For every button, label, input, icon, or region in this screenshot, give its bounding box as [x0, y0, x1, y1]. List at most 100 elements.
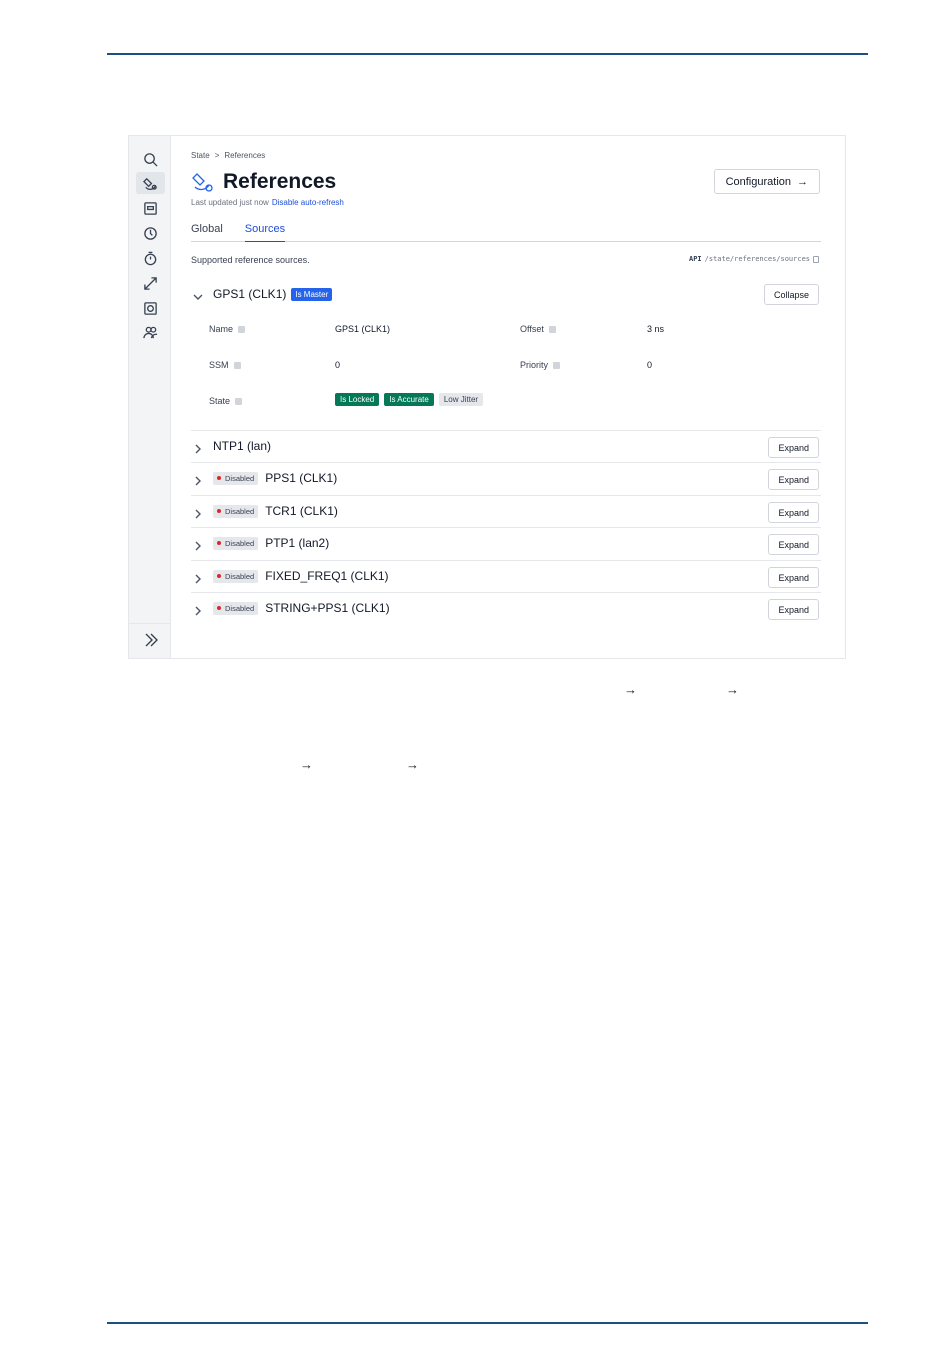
source-name: Disabled TCR1 (CLK1)	[213, 504, 338, 518]
chevron-right-icon[interactable]	[193, 506, 203, 519]
main-content: State > References References Last updat…	[191, 136, 821, 658]
info-icon[interactable]	[548, 326, 556, 333]
satellite-icon	[143, 177, 157, 190]
disabled-badge: Disabled	[213, 536, 259, 550]
header-rule	[107, 53, 868, 55]
name-label: Name	[209, 324, 246, 334]
double-chevron-right-icon	[145, 633, 158, 647]
source-row-ntp1[interactable]: NTP1 (lan) Expand	[191, 430, 821, 462]
info-icon[interactable]	[235, 398, 243, 405]
disabled-badge: Disabled	[213, 471, 259, 485]
tab-sources[interactable]: Sources	[244, 222, 286, 242]
arrow-right-icon: →	[797, 175, 808, 188]
source-row-tcr1[interactable]: Disabled TCR1 (CLK1) Expand	[191, 495, 821, 527]
source-name: Disabled STRING+PPS1 (CLK1)	[213, 601, 390, 615]
chevron-right-icon[interactable]	[193, 603, 203, 616]
locked-badge: Is Locked	[335, 393, 380, 406]
ethernet-icon	[144, 201, 157, 215]
nav-time[interactable]	[136, 222, 165, 244]
status-dot-icon	[217, 509, 221, 513]
title-row: References	[191, 170, 336, 194]
tab-bar: Global Sources	[191, 222, 821, 242]
disk-icon	[144, 301, 157, 315]
nav-network[interactable]	[136, 197, 165, 219]
copy-icon[interactable]	[813, 255, 819, 263]
last-updated-text: Last updated just now	[191, 198, 269, 207]
expand-button[interactable]: Expand	[768, 502, 819, 523]
tab-global[interactable]: Global	[191, 222, 223, 242]
state-label: State	[209, 396, 243, 406]
breadcrumb-state[interactable]: State	[191, 151, 210, 160]
nav-search[interactable]	[136, 148, 165, 170]
disabled-badge: Disabled	[213, 601, 259, 615]
chevron-right-icon[interactable]	[193, 571, 203, 584]
doc-arrow: →	[624, 682, 637, 697]
users-icon	[143, 326, 158, 338]
clock-icon	[144, 226, 157, 240]
api-label: API	[688, 255, 702, 263]
supported-text: Supported reference sources.	[191, 255, 310, 265]
nav-monitor[interactable]	[136, 272, 165, 294]
nav-timer[interactable]	[136, 247, 165, 269]
breadcrumb: State > References	[191, 151, 265, 160]
last-updated: Last updated just now Disable auto-refres…	[191, 198, 344, 207]
source-gps1-header[interactable]: GPS1 (CLK1) Is Master Collapse	[191, 284, 821, 306]
chevron-right-icon[interactable]	[193, 473, 203, 486]
source-name: Disabled PTP1 (lan2)	[213, 536, 329, 550]
status-dot-icon	[217, 476, 221, 480]
ssm-label: SSM	[209, 360, 241, 370]
status-dot-icon	[217, 574, 221, 578]
doc-arrow: →	[726, 682, 739, 697]
chevron-right-icon[interactable]	[193, 538, 203, 551]
source-name: NTP1 (lan)	[213, 439, 272, 453]
master-badge: Is Master	[291, 287, 333, 301]
source-name: Disabled PPS1 (CLK1)	[213, 471, 337, 485]
expand-button[interactable]: Expand	[768, 534, 819, 555]
source-row-fixed-freq1[interactable]: Disabled FIXED_FREQ1 (CLK1) Expand	[191, 560, 821, 592]
collapse-button[interactable]: Collapse	[763, 284, 819, 305]
chevron-down-icon[interactable]	[193, 289, 203, 300]
nav-references[interactable]	[136, 172, 165, 194]
api-path: API /state/references/sources	[689, 255, 819, 263]
disable-auto-refresh-link[interactable]: Disable auto-refresh	[272, 198, 344, 207]
offset-label: Offset	[520, 324, 556, 334]
source-name-text: GPS1 (CLK1)	[213, 287, 287, 301]
sidebar-expand-button[interactable]	[136, 628, 165, 652]
expand-button[interactable]: Expand	[768, 567, 819, 588]
configuration-label: Configuration	[725, 175, 791, 188]
source-row-pps1[interactable]: Disabled PPS1 (CLK1) Expand	[191, 462, 821, 494]
source-name: Disabled FIXED_FREQ1 (CLK1)	[213, 569, 389, 583]
configuration-button[interactable]: Configuration →	[713, 169, 820, 194]
expand-button[interactable]: Expand	[768, 437, 819, 458]
source-row-string-pps1[interactable]: Disabled STRING+PPS1 (CLK1) Expand	[191, 592, 821, 624]
info-icon[interactable]	[238, 326, 246, 333]
state-badges: Is Locked Is Accurate Low Jitter	[335, 393, 484, 406]
page-title: References	[223, 170, 337, 193]
info-icon[interactable]	[233, 362, 241, 369]
disabled-badge: Disabled	[213, 504, 259, 518]
doc-arrow: →	[406, 757, 419, 772]
breadcrumb-separator: >	[214, 151, 220, 160]
screenshot-frame: State > References References Last updat…	[128, 135, 846, 659]
name-value: GPS1 (CLK1)	[335, 324, 391, 334]
chevron-right-icon[interactable]	[193, 441, 203, 454]
offset-value: 3 ns	[647, 324, 665, 334]
source-gps1-name: GPS1 (CLK1) Is Master	[213, 287, 333, 301]
expand-button[interactable]: Expand	[768, 469, 819, 490]
priority-label: Priority	[520, 360, 561, 370]
low-jitter-badge: Low Jitter	[438, 393, 484, 406]
nav-users[interactable]	[136, 321, 165, 343]
source-row-ptp1[interactable]: Disabled PTP1 (lan2) Expand	[191, 527, 821, 559]
priority-value: 0	[647, 360, 653, 370]
satellite-icon	[192, 173, 213, 192]
stopwatch-icon	[144, 251, 157, 265]
expand-button[interactable]: Expand	[768, 599, 819, 620]
ssm-value: 0	[335, 360, 341, 370]
status-dot-icon	[217, 541, 221, 545]
breadcrumb-current: References	[224, 151, 266, 160]
info-icon[interactable]	[553, 362, 561, 369]
accurate-badge: Is Accurate	[384, 393, 434, 406]
sidebar	[129, 136, 171, 658]
disabled-badge: Disabled	[213, 569, 259, 583]
nav-storage[interactable]	[136, 297, 165, 319]
